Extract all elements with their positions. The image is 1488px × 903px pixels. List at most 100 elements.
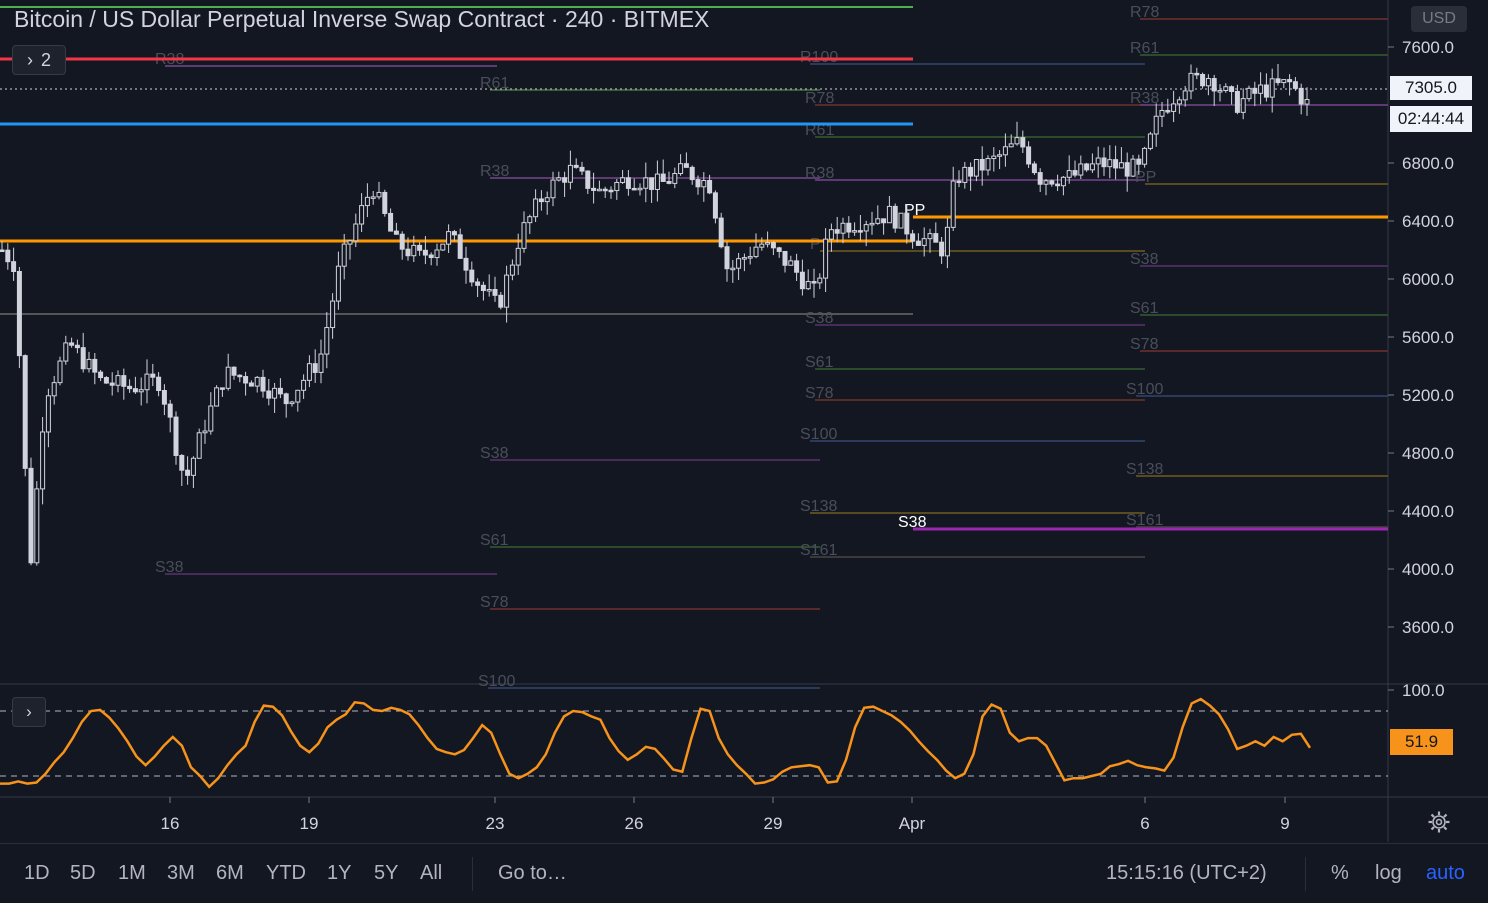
percent-scale-button[interactable]: % [1331, 862, 1349, 885]
currency-button[interactable]: USD [1411, 6, 1467, 32]
timeframe-1y[interactable]: 1Y [327, 862, 351, 885]
clock-label[interactable]: 15:15:16 (UTC+2) [1106, 862, 1267, 885]
timeframe-5d[interactable]: 5D [70, 862, 96, 885]
timeframe-ytd[interactable]: YTD [266, 862, 306, 885]
candle-body [353, 223, 359, 242]
candle-body [208, 405, 214, 432]
candle-body [852, 230, 858, 233]
toolbar-divider [472, 857, 473, 891]
candle-body [405, 248, 411, 257]
oscillator-line [0, 697, 1312, 789]
candle-body [28, 467, 34, 564]
candle-body [736, 258, 742, 269]
candle-body [34, 488, 40, 564]
candle-body [1055, 183, 1061, 187]
candle-body [985, 158, 991, 171]
candle-body [266, 390, 272, 399]
candle-body [156, 376, 162, 391]
pivot-label: P [810, 236, 821, 253]
y-tick-label: 5200.0 [1402, 386, 1454, 405]
candle-body [1182, 90, 1188, 101]
candle-body [486, 289, 492, 292]
auto-scale-button[interactable]: auto [1426, 862, 1465, 885]
candle-body [92, 358, 98, 373]
y-tick-label: 6800.0 [1402, 154, 1454, 173]
y-tick-label: 4000.0 [1402, 560, 1454, 579]
candle-body [811, 281, 817, 284]
timeframe-all[interactable]: All [420, 862, 442, 885]
pivot-label: R38 [480, 163, 509, 180]
candle-body [196, 432, 202, 459]
candle-body [1147, 133, 1153, 149]
timeframe-5y[interactable]: 5Y [374, 862, 398, 885]
candle-body [515, 247, 521, 266]
oscillator-value-tag: 51.9 [1390, 729, 1453, 755]
candle-body [475, 281, 481, 286]
last-price-tag: 7305.0 [1390, 76, 1472, 100]
pivot-label: S78 [805, 385, 834, 402]
y-tick-label: 6000.0 [1402, 270, 1454, 289]
candle-body [1165, 110, 1171, 113]
pivot-label: S38 [1130, 251, 1159, 268]
oscillator-legend-button[interactable]: › [12, 697, 46, 727]
log-scale-button[interactable]: log [1375, 862, 1402, 885]
candle-body [846, 222, 852, 233]
candle-body [173, 416, 179, 456]
candle-body [335, 265, 341, 302]
symbol-title: Bitcoin / US Dollar Perpetual Inverse Sw… [14, 6, 710, 32]
candle-body [364, 196, 370, 207]
candle-body [121, 375, 127, 387]
candle-body [480, 284, 486, 292]
candle-body [1101, 157, 1107, 168]
timeframe-6m[interactable]: 6M [216, 862, 244, 885]
candle-body [799, 271, 805, 290]
candle-body [968, 166, 974, 177]
pivot-label: S100 [1126, 381, 1163, 398]
candle-body [219, 387, 225, 390]
candle-body [399, 233, 405, 250]
candle-body [277, 387, 283, 395]
candle-body [649, 177, 655, 190]
candle-body [45, 395, 51, 433]
candle-body [463, 257, 469, 271]
pivot-label: S38 [480, 445, 509, 462]
candle-body [939, 241, 945, 257]
x-tick-label: 19 [300, 814, 319, 833]
y-tick-label: 7600.0 [1402, 38, 1454, 57]
candle-body [689, 166, 695, 181]
candle-body [469, 269, 475, 283]
candle-body [318, 353, 324, 373]
candle-body [417, 244, 423, 251]
candle-body [254, 376, 260, 387]
candle-body [440, 243, 446, 251]
candle-body [556, 177, 562, 181]
candle-body [614, 181, 620, 192]
pivot-label: S161 [1126, 512, 1163, 529]
candle-body [527, 216, 533, 224]
chevron-right-icon: › [26, 49, 33, 70]
candle-body [1026, 146, 1032, 165]
candle-body [550, 179, 556, 199]
candle-body [231, 366, 237, 376]
price-chart[interactable]: 7600.0 6800.0 6400.0 6000.0 5600.0 5200.0 4800… [0, 0, 1488, 842]
candle-body [161, 389, 167, 405]
y-tick-label: 6400.0 [1402, 212, 1454, 231]
gear-icon[interactable] [1427, 810, 1451, 834]
candle-body [434, 249, 440, 259]
timeframe-1d[interactable]: 1D [24, 862, 50, 885]
candle-body [388, 212, 394, 232]
timeframe-3m[interactable]: 3M [167, 862, 195, 885]
pivot-label: R38 [1130, 90, 1159, 107]
timeframe-1m[interactable]: 1M [118, 862, 146, 885]
candle-body [324, 327, 330, 355]
candle-body [718, 217, 724, 248]
candle-body [805, 281, 811, 290]
candle-body [886, 205, 892, 224]
candle-body [573, 164, 579, 168]
candle-body [237, 374, 243, 378]
candle-body [1205, 78, 1211, 87]
candle-body [144, 373, 150, 391]
legend-collapse-button[interactable]: › 2 [12, 45, 66, 75]
goto-button[interactable]: Go to… [498, 862, 567, 885]
candle-body [289, 401, 295, 405]
